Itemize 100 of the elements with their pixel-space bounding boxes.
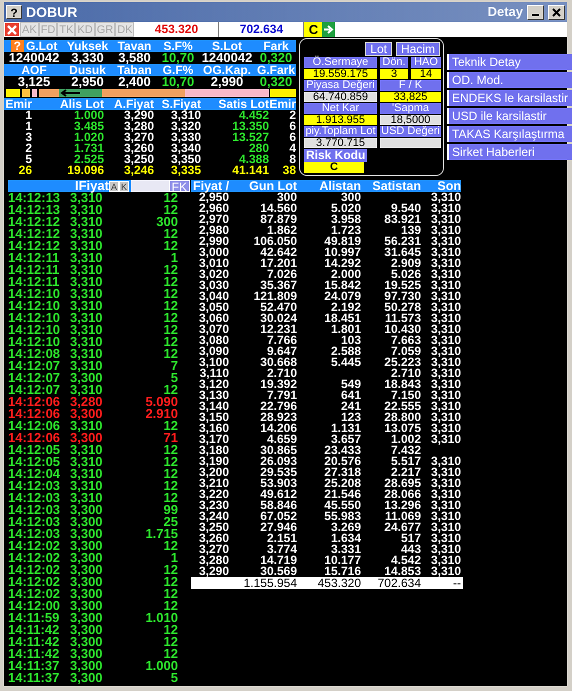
sort-button[interactable]: K [118,181,129,192]
trade-cell-text: 12 [162,576,178,588]
table-cell-text: 2.710 [390,368,421,379]
table-cell-text: 3,310 [430,500,461,511]
table-cell-text: 30.865 [259,445,297,456]
table-cell-text: 3,280 [198,555,229,566]
order-cell-text: 1 [24,110,32,121]
table-cell-text: 19.392 [259,379,297,390]
trade-cell-text: 3,310 [70,444,104,456]
trade-cell-text: 12 [162,276,178,288]
table-cell-text: 3,020 [198,269,229,280]
table-cell-text: 7.059 [390,346,421,357]
table-cell-text: 3,310 [430,533,461,544]
minimize-button[interactable] [527,4,544,20]
filter-field[interactable] [131,180,169,192]
table-cell-text: 3,250 [198,522,229,533]
help-icon[interactable]: ? [6,5,22,19]
toggle-button[interactable]: Lot [365,42,392,56]
trade-cell-text: 12 [164,540,178,552]
table-cell-text: 3,310 [430,489,461,500]
trade-cell-text: 3,300 [70,648,104,660]
table-cell-text: 4.542 [390,555,421,566]
table-cell-text: 4.659 [266,434,297,445]
table-cell-text: 3,310 [430,555,461,566]
table-cell-text: 3,310 [430,368,461,379]
trade-cell-text: 3,300 [70,624,104,636]
menu-item[interactable]: Teknik Detay [447,54,572,70]
order-cell-text: 3,320 [170,121,201,132]
trade-cell-text: 3,310 [70,276,104,288]
menu-item[interactable]: Sirket Haberleri [447,144,572,160]
table-cell-text: 11.573 [384,313,421,324]
table-cell-text: 2,950 [198,192,229,203]
table-cell-text: 49.612 [259,489,297,500]
trade-cell-text: 12 [164,384,178,396]
filter-button[interactable]: FK [168,180,190,192]
trade-cell-text: 14:12:07 [8,360,62,372]
trade-cell-text: 12 [162,264,178,276]
trade-cell-text: 14:12:11 [8,264,60,276]
table-cell-text: 7.791 [266,390,297,401]
trade-cell-text: 14:12:06 [8,396,62,408]
order-cell-text: 6 [288,121,296,132]
trade-cell-text: 12 [162,456,178,468]
table-cell-text: 15.716 [323,566,361,577]
table-cell-text: 19.525 [383,280,421,291]
trade-cell-text: 12 [162,324,178,336]
table-cell-text: 1.634 [330,533,361,544]
stat-value: 3 [380,69,408,79]
menu-item[interactable]: TAKAS Karşılaştırma [447,126,572,142]
table-cell-text: 31.645 [383,247,421,258]
order-cell-text: 3,290 [124,110,154,121]
table-cell-text: 5.445 [330,357,361,368]
trade-cell-text: 12 [162,240,178,252]
table-cell-text: 18.843 [383,379,421,390]
column-header: Fiyat / [191,180,229,192]
trade-cell-text: 3,310 [70,480,104,492]
table-cell-text: 3,310 [430,379,461,390]
trade-cell-text: 2.910 [144,408,178,420]
summary-value: 2,400 [118,76,152,88]
arrow-right-icon[interactable] [322,22,336,37]
summary-label: S.Lot [198,40,256,52]
table-cell-text: 24.677 [383,522,421,533]
table-cell-text: 3,310 [430,412,461,423]
order-cell-text: 3,280 [122,121,154,132]
trade-cell-text: 12 [162,480,178,492]
stat-label: 'Sapma [380,103,441,114]
menu-item[interactable]: USD ile karsilastir [447,108,572,124]
help-icon[interactable]: ? [10,40,24,52]
order-cell-text: 2.525 [74,154,104,165]
trade-cell-text: 14:11:37 [8,660,60,672]
table-cell-text: 97.730 [383,291,421,302]
table-cell-text: 52.470 [260,302,297,313]
table-cell-text: 3,310 [430,456,461,467]
trade-cell-text: 3,310 [70,240,104,252]
total-cell-text: 38 [282,165,296,176]
toggle-button[interactable]: Hacim [396,42,440,56]
trade-cell-text: 14:12:07 [8,384,62,396]
menu-item[interactable]: OD. Mod. [447,72,572,88]
trade-cell-text: 12 [162,348,178,360]
table-cell-text: 3,310 [430,280,461,291]
sort-button[interactable]: A [108,181,119,192]
total-cell-text: 3,335 [170,165,201,176]
trade-cell-text: 14:12:11 [8,252,60,264]
table-cell-text: 3,140 [198,401,229,412]
table-cell-text: 3,130 [198,390,229,401]
trade-cell-text: 3,300 [70,636,104,648]
close-button[interactable] [548,4,565,20]
trade-cell-text: 14:12:13 [8,204,62,216]
menu-item[interactable]: ENDEKS le karsilastir [447,90,572,106]
trade-cell-text: 3,310 [70,300,104,312]
trade-cell-text: 14:12:10 [8,288,62,300]
trade-cell-text: 1.715 [144,528,178,540]
table-cell-text: 3,310 [430,269,461,280]
table-cell-text: 123 [340,412,361,423]
table-cell-text: 7.663 [390,335,421,346]
trade-cell-text: 3,300 [70,588,104,600]
table-cell-text: 87.879 [259,214,297,225]
trade-cell-text: 3,310 [70,348,104,360]
trade-cell-text: 14:12:02 [8,540,62,552]
table-cell-text: 7.026 [266,269,297,280]
trade-cell-text: 3,310 [70,192,103,204]
